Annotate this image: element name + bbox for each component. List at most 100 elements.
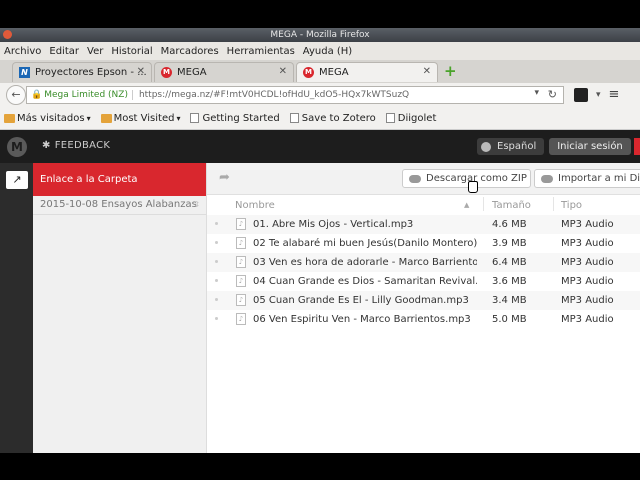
menu-historial[interactable]: Historial: [107, 46, 156, 57]
feedback-label: FEEDBACK: [54, 140, 111, 151]
reload-icon[interactable]: ↻: [548, 88, 557, 101]
bookmark-diigolet[interactable]: Diigolet: [385, 112, 437, 124]
new-tab-plus-icon[interactable]: +: [444, 64, 457, 79]
menu-hamburger-icon[interactable]: ≡: [609, 87, 620, 102]
feedback-link[interactable]: ✱ FEEDBACK: [42, 140, 110, 151]
audio-file-icon: ♪: [236, 237, 246, 249]
close-tab-icon[interactable]: ✕: [137, 66, 145, 77]
left-icon-strip: ↗: [0, 163, 33, 453]
window-close-icon[interactable]: [3, 30, 12, 39]
menu-ayuda[interactable]: Ayuda (H): [299, 46, 356, 57]
bookmark-label: Diigolet: [397, 112, 437, 124]
url-dropdown-icon[interactable]: ▾: [534, 88, 539, 98]
url-text[interactable]: https://mega.nz/#F!mtV0HCDL!ofHdU_kdO5-H…: [139, 90, 409, 100]
file-grid: Nombre ▲ Tamaño Tipo ♪ 01. Abre Mis Ojos…: [207, 195, 640, 329]
mega-icon: M: [161, 67, 172, 78]
menu-editar[interactable]: Editar: [45, 46, 83, 57]
file-name: 03 Ven es hora de adorarle - Marco Barri…: [253, 257, 477, 268]
close-tab-icon[interactable]: ✕: [423, 66, 431, 77]
row-handle-icon: [215, 241, 218, 244]
tab-bar: N Proyectores Epson - ... ✕ M MEGA ✕ M M…: [0, 60, 640, 83]
file-type: MP3 Audio: [561, 238, 614, 249]
audio-file-icon: ♪: [236, 218, 246, 230]
addon-icon[interactable]: [574, 87, 588, 102]
file-size: 6.4 MB: [492, 257, 527, 268]
bookmarks-toolbar: Más visitados ▾ Most Visited ▾ Getting S…: [0, 107, 640, 130]
back-arrow-icon[interactable]: ←: [6, 85, 26, 105]
tab-mega-2[interactable]: M MEGA ✕: [296, 62, 438, 82]
mega-header: M ✱ FEEDBACK Español Iniciar sesión: [0, 130, 640, 163]
bookmark-label: Más visitados: [17, 112, 85, 124]
chevron-down-icon: ▾: [86, 113, 91, 123]
window-titlebar: MEGA - Mozilla Firefox: [0, 28, 640, 42]
file-size: 4.6 MB: [492, 219, 527, 230]
tab-label: MEGA: [319, 67, 349, 78]
menu-herramientas[interactable]: Herramientas: [223, 46, 299, 57]
share-arrow-icon[interactable]: ➦: [219, 170, 230, 185]
tab-label: Proyectores Epson - ...: [35, 67, 147, 78]
url-bar[interactable]: 🔒 Mega Limited (NZ) https://mega.nz/#F!m…: [26, 86, 564, 104]
file-list-panel: ➦ Descargar como ZIP Importar a mi Dis N…: [207, 163, 640, 453]
login-button[interactable]: Iniciar sesión: [549, 138, 631, 155]
audio-file-icon: ♪: [236, 294, 246, 306]
window-title: MEGA - Mozilla Firefox: [270, 30, 370, 40]
file-type: MP3 Audio: [561, 219, 614, 230]
bookmark-most-visited[interactable]: Most Visited ▾: [100, 113, 181, 124]
folder-item-label: 2015-10-08 Ensayos Alabanzas: [40, 199, 197, 210]
navigation-bar: ← 🔒 Mega Limited (NZ) https://mega.nz/#F…: [0, 83, 640, 107]
tab-epson[interactable]: N Proyectores Epson - ... ✕: [12, 62, 152, 82]
column-type-header[interactable]: Tipo: [561, 200, 582, 211]
sort-icon[interactable]: ⇳: [193, 196, 200, 214]
epson-n-icon: N: [19, 67, 30, 78]
column-divider: [483, 197, 484, 211]
column-divider: [553, 197, 554, 211]
mega-logo-icon[interactable]: M: [7, 137, 27, 157]
menu-marcadores[interactable]: Marcadores: [157, 46, 223, 57]
import-button[interactable]: Importar a mi Dis: [534, 169, 640, 188]
import-label: Importar a mi Dis: [558, 173, 640, 184]
close-tab-icon[interactable]: ✕: [279, 66, 287, 77]
column-size-header[interactable]: Tamaño: [492, 200, 531, 211]
menu-ver[interactable]: Ver: [83, 46, 107, 57]
row-handle-icon: [215, 222, 218, 225]
cloud-download-icon: [409, 174, 421, 183]
file-name: 05 Cuan Grande Es El - Lilly Goodman.mp3: [253, 295, 469, 306]
file-size: 5.0 MB: [492, 314, 527, 325]
bookmark-save-to-zotero[interactable]: Save to Zotero: [289, 112, 376, 124]
folder-item[interactable]: 2015-10-08 Ensayos Alabanzas ⇳: [33, 196, 206, 215]
download-zip-button[interactable]: Descargar como ZIP: [402, 169, 531, 188]
register-button-edge[interactable]: [634, 138, 640, 155]
file-row[interactable]: ♪ 01. Abre Mis Ojos - Vertical.mp3 4.6 M…: [207, 215, 640, 234]
mega-icon: M: [303, 67, 314, 78]
file-name: 02 Te alabaré mi buen Jesús(Danilo Monte…: [253, 238, 477, 249]
tab-label: MEGA: [177, 67, 207, 78]
file-row[interactable]: ♪ 06 Ven Espiritu Ven - Marco Barrientos…: [207, 310, 640, 329]
file-row[interactable]: ♪ 05 Cuan Grande Es El - Lilly Goodman.m…: [207, 291, 640, 310]
file-row[interactable]: ♪ 02 Te alabaré mi buen Jesús(Danilo Mon…: [207, 234, 640, 253]
file-type: MP3 Audio: [561, 257, 614, 268]
folder-icon: [4, 113, 15, 123]
feedback-icon: ✱: [42, 140, 51, 151]
tab-mega-1[interactable]: M MEGA ✕: [154, 62, 294, 82]
chevron-down-icon[interactable]: ▾: [596, 90, 601, 100]
column-name-header[interactable]: Nombre: [235, 200, 275, 211]
chevron-down-icon: ▾: [176, 113, 181, 123]
audio-file-icon: ♪: [236, 313, 246, 325]
sort-ascending-icon[interactable]: ▲: [464, 201, 469, 209]
language-button[interactable]: Español: [477, 138, 545, 155]
bookmark-label: Save to Zotero: [301, 112, 376, 124]
shared-link-arrow-icon[interactable]: ↗: [6, 171, 28, 189]
file-row[interactable]: ♪ 04 Cuan Grande es Dios - Samaritan Rev…: [207, 272, 640, 291]
file-row[interactable]: ♪ 03 Ven es hora de adorarle - Marco Bar…: [207, 253, 640, 272]
file-name: 01. Abre Mis Ojos - Vertical.mp3: [253, 219, 414, 230]
bookmark-mas-visitados[interactable]: Más visitados ▾: [4, 113, 91, 124]
bookmark-label: Getting Started: [202, 112, 280, 124]
site-identity[interactable]: Mega Limited (NZ): [44, 90, 133, 100]
file-type: MP3 Audio: [561, 314, 614, 325]
folder-link-header: Enlace a la Carpeta: [33, 163, 206, 196]
language-label: Español: [497, 141, 537, 152]
bookmark-getting-started[interactable]: Getting Started: [190, 112, 280, 124]
menu-archivo[interactable]: Archivo: [0, 46, 45, 57]
page-icon: [385, 113, 395, 123]
file-type: MP3 Audio: [561, 276, 614, 287]
